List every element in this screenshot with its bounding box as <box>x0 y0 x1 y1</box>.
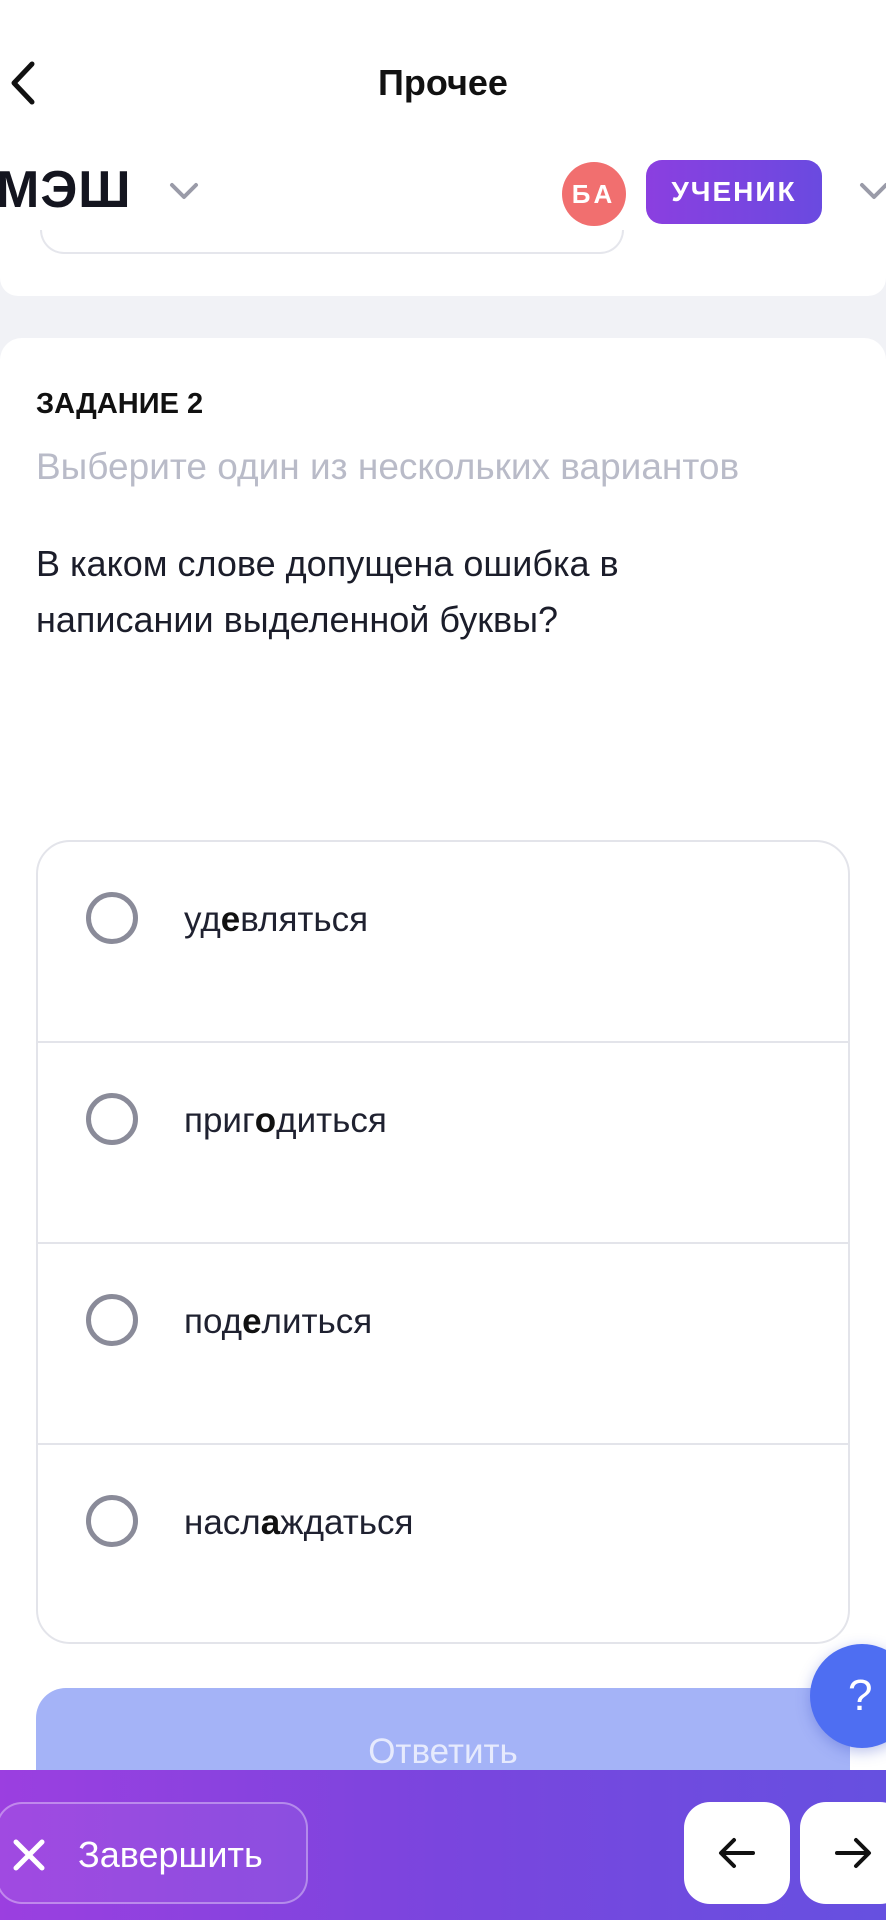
radio-button[interactable] <box>86 1093 138 1145</box>
answer-option[interactable]: поделиться <box>38 1244 848 1445</box>
avatar[interactable]: БА <box>562 162 626 226</box>
page-title: Прочее <box>378 62 508 103</box>
arrow-left-icon <box>719 1838 755 1868</box>
option-label: поделиться <box>184 1302 373 1341</box>
answer-option[interactable]: наслаждаться <box>38 1445 848 1642</box>
radio-button[interactable] <box>86 1294 138 1346</box>
close-icon <box>13 1839 45 1871</box>
role-badge[interactable]: УЧЕНИК <box>646 160 822 224</box>
next-task-button[interactable] <box>800 1802 886 1904</box>
option-label: наслаждаться <box>184 1503 414 1542</box>
arrow-right-icon <box>835 1838 871 1868</box>
chevron-down-icon[interactable] <box>166 176 202 206</box>
previous-task-button[interactable] <box>684 1802 790 1904</box>
option-label: пригодиться <box>184 1101 387 1140</box>
radio-button[interactable] <box>86 1495 138 1547</box>
task-question: В каком слове допущена ошибка в написани… <box>36 543 619 640</box>
option-label: удевляться <box>184 900 369 939</box>
radio-button[interactable] <box>86 892 138 944</box>
finish-button[interactable]: Завершить <box>0 1802 308 1904</box>
chevron-down-icon[interactable] <box>856 176 886 206</box>
app-logo[interactable]: МЭШ <box>0 160 132 220</box>
finish-label: Завершить <box>78 1834 263 1875</box>
previous-task-input-edge <box>40 230 624 254</box>
answer-option[interactable]: удевляться <box>38 842 848 1043</box>
task-number: ЗАДАНИЕ 2 <box>36 388 204 420</box>
answer-option[interactable]: пригодиться <box>38 1043 848 1244</box>
answer-options: удевляться пригодиться поделиться наслаж… <box>36 840 850 1644</box>
task-hint: Выберите один из нескольких вариантов <box>36 446 740 487</box>
